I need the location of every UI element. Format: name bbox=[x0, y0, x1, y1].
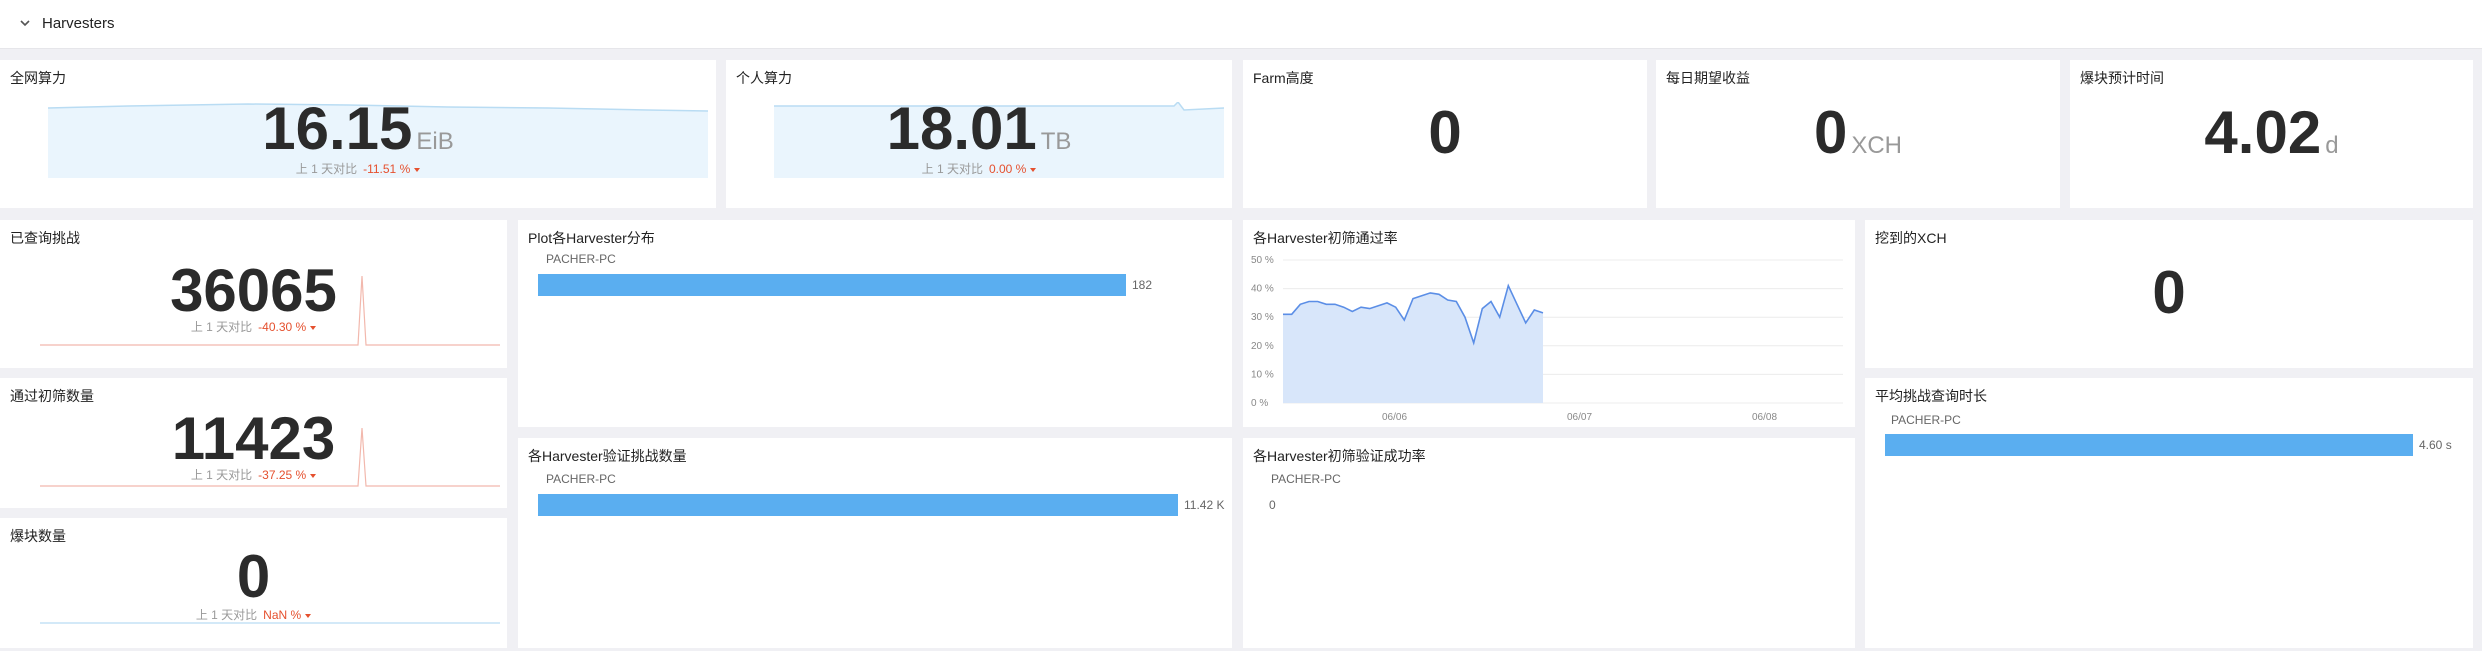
caret-down-icon bbox=[305, 613, 312, 618]
x-tick-label: 06/07 bbox=[1567, 412, 1592, 423]
row-value: 0 bbox=[1269, 498, 1276, 512]
panel-avg-query-time: 平均挑战查询时长 PACHER-PC 4.60 s bbox=[1865, 378, 2473, 648]
panel-daily-income: 每日期望收益 0 XCH bbox=[1656, 60, 2060, 208]
bar-label: PACHER-PC bbox=[1891, 413, 1961, 427]
chevron-down-icon[interactable] bbox=[18, 16, 32, 30]
caret-down-icon bbox=[310, 473, 317, 478]
challenges-value: 36065 bbox=[170, 257, 337, 324]
panel-net-power: 全网算力 16.15 EiB 上 1 天对比 -11.51 % bbox=[0, 60, 716, 208]
panel-plot-distribution: Plot各Harvester分布 PACHER-PC 182 bbox=[518, 220, 1232, 427]
panel-title: 各Harvester验证挑战数量 bbox=[528, 448, 687, 464]
y-tick-label: 30 % bbox=[1251, 312, 1274, 323]
panel-passed: 通过初筛数量 11423 上 1 天对比 -37.25 % bbox=[0, 378, 507, 508]
panel-verify-count: 各Harvester验证挑战数量 PACHER-PC 11.42 K bbox=[518, 438, 1232, 648]
bar-value: 4.60 s bbox=[2419, 438, 2452, 452]
y-tick-label: 20 % bbox=[1251, 341, 1274, 352]
caret-down-icon bbox=[1030, 167, 1037, 172]
challenges-compare: 上 1 天对比 -40.30 % bbox=[0, 318, 507, 335]
mined-xch-value: 0 bbox=[2152, 259, 2186, 326]
y-tick-label: 10 % bbox=[1251, 369, 1274, 380]
bar-label: PACHER-PC bbox=[546, 472, 616, 486]
y-tick-label: 40 % bbox=[1251, 284, 1274, 295]
bar-value: 182 bbox=[1132, 278, 1153, 292]
caret-down-icon bbox=[414, 167, 421, 172]
dashboard-row-header[interactable]: Harvesters bbox=[0, 0, 2482, 49]
panel-title: Farm高度 bbox=[1253, 70, 1314, 86]
farm-height-value: 0 bbox=[1428, 99, 1462, 166]
panel-personal-power: 个人算力 18.01 TB 上 1 天对比 0.00 % bbox=[726, 60, 1232, 208]
passed-value: 11423 bbox=[171, 405, 336, 472]
bar bbox=[1885, 434, 2413, 456]
net-power-compare: 上 1 天对比 -11.51 % bbox=[0, 160, 716, 177]
panel-farm-height: Farm高度 0 bbox=[1243, 60, 1647, 208]
bar-label: PACHER-PC bbox=[546, 252, 616, 266]
y-tick-label: 0 % bbox=[1251, 398, 1268, 409]
daily-income-value: 0 XCH bbox=[1813, 99, 1903, 166]
row-title: Harvesters bbox=[42, 15, 115, 32]
bar bbox=[538, 494, 1178, 516]
x-tick-label: 06/08 bbox=[1752, 412, 1777, 423]
panel-verify-success: 各Harvester初筛验证成功率 PACHER-PC 0 bbox=[1243, 438, 1855, 648]
panel-title: 个人算力 bbox=[736, 70, 792, 86]
panel-title: Plot各Harvester分布 bbox=[528, 230, 655, 246]
caret-down-icon bbox=[310, 325, 317, 330]
net-power-value: 16.15 EiB bbox=[262, 95, 454, 162]
blocks-value: 0 bbox=[236, 543, 271, 610]
panel-pass-rate-chart: 各Harvester初筛通过率 0 % 10 % 20 % 30 % 40 % 50 % 0… bbox=[1243, 220, 1855, 427]
x-tick-label: 06/06 bbox=[1382, 412, 1407, 423]
row-label: PACHER-PC bbox=[1271, 472, 1341, 486]
panel-title: 平均挑战查询时长 bbox=[1875, 388, 1987, 404]
passed-compare: 上 1 天对比 -37.25 % bbox=[0, 466, 507, 483]
bar-value: 11.42 K bbox=[1184, 498, 1225, 512]
panel-title: 爆块预计时间 bbox=[2080, 70, 2164, 86]
block-eta-value: 4.02 d bbox=[2204, 99, 2339, 166]
pass-rate-chart: 0 % 10 % 20 % 30 % 40 % 50 % 06/06 06/07 06/08 bbox=[1251, 255, 1843, 423]
y-tick-label: 50 % bbox=[1251, 255, 1274, 266]
panel-title: 已查询挑战 bbox=[10, 230, 80, 246]
panel-blocks: 爆块数量 0 上 1 天对比 NaN % bbox=[0, 518, 507, 648]
bar bbox=[538, 274, 1126, 296]
panel-challenges: 已查询挑战 36065 上 1 天对比 -40.30 % bbox=[0, 220, 507, 368]
panel-mined-xch: 挖到的XCH 0 bbox=[1865, 220, 2473, 368]
panel-block-eta: 爆块预计时间 4.02 d bbox=[2070, 60, 2473, 208]
panel-title: 挖到的XCH bbox=[1875, 230, 1947, 246]
panel-title: 每日期望收益 bbox=[1666, 70, 1750, 86]
panel-title: 通过初筛数量 bbox=[10, 388, 94, 404]
personal-power-value: 18.01 TB bbox=[886, 95, 1072, 162]
blocks-compare: 上 1 天对比 NaN % bbox=[0, 606, 507, 623]
panel-title: 各Harvester初筛验证成功率 bbox=[1253, 448, 1426, 464]
personal-power-compare: 上 1 天对比 0.00 % bbox=[726, 160, 1232, 177]
panel-title: 全网算力 bbox=[10, 70, 66, 86]
